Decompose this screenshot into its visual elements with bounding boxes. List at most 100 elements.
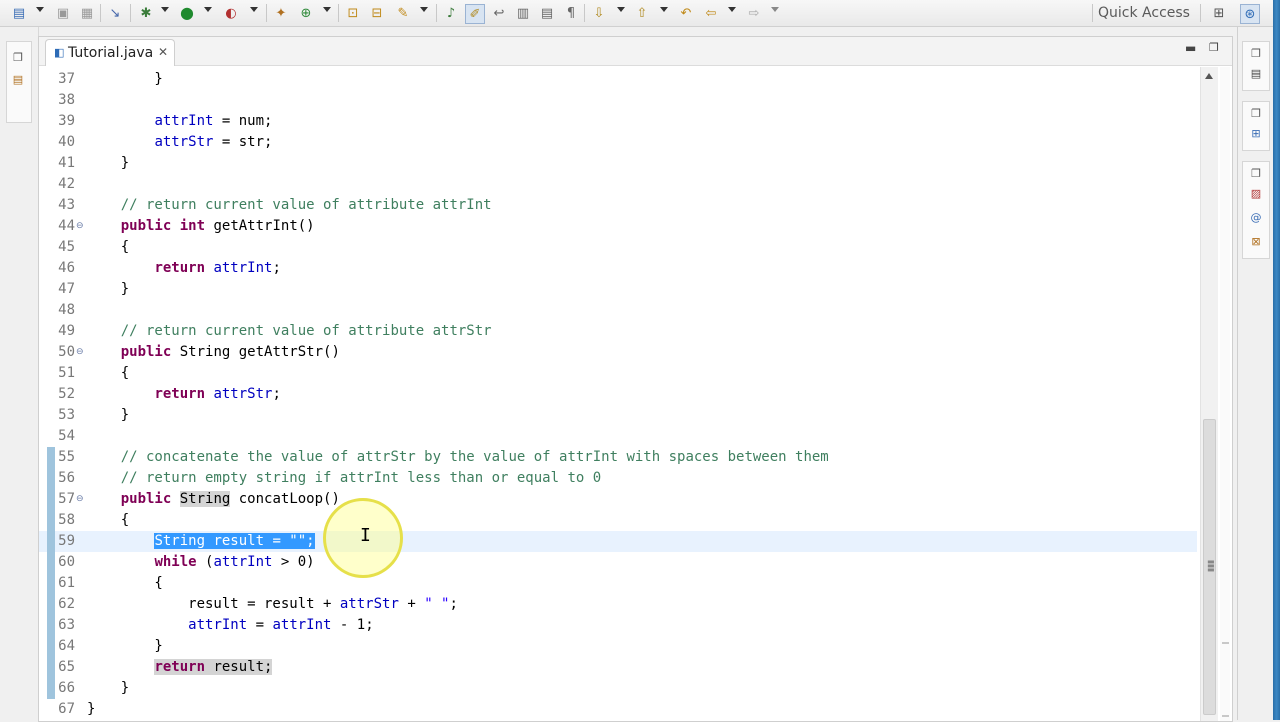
new-class-dropdown-icon[interactable] — [323, 7, 331, 12]
code-line[interactable]: 42 — [39, 174, 1197, 195]
code-line[interactable]: 59 String result = ""; — [39, 531, 1197, 552]
javadoc-icon[interactable]: @ — [1250, 212, 1262, 224]
code-line[interactable]: 49 // return current value of attribute … — [39, 321, 1197, 342]
code-line[interactable]: 56 // return empty string if attrInt les… — [39, 468, 1197, 489]
previous-annotation-icon[interactable]: ⇧ — [633, 4, 651, 22]
code-line[interactable]: 68 — [39, 720, 1197, 721]
code-line[interactable]: 43 // return current value of attribute … — [39, 195, 1197, 216]
external-tools-dropdown-icon[interactable] — [250, 7, 258, 12]
run-icon[interactable]: ● — [178, 4, 196, 22]
collapse-icon[interactable]: ⊖ — [76, 489, 84, 510]
open-perspective-icon[interactable]: ⊞ — [1210, 4, 1228, 22]
back-dropdown-icon[interactable] — [728, 7, 736, 12]
skip-breakpoints-icon[interactable]: ↘ — [106, 4, 124, 22]
code-line[interactable]: 63 attrInt = attrInt - 1; — [39, 615, 1197, 636]
save-all-icon[interactable]: ▦ — [78, 4, 96, 22]
code-line[interactable]: 50 ⊖ public String getAttrStr() — [39, 342, 1197, 363]
line-number: 39 — [58, 113, 75, 129]
code-text: public String concatLoop() — [120, 491, 340, 507]
code-line[interactable]: 61 { — [39, 573, 1197, 594]
next-annotation-dropdown-icon[interactable] — [617, 7, 625, 12]
code-line[interactable]: 57 ⊖ public String concatLoop() — [39, 489, 1197, 510]
collapse-icon[interactable]: ⊖ — [76, 216, 84, 237]
code-line[interactable]: 47 } — [39, 279, 1197, 300]
minimize-icon[interactable]: ▬ — [1185, 41, 1196, 55]
show-whitespace-characters-icon[interactable]: ¶ — [562, 4, 580, 22]
restore-icon[interactable]: ❐ — [1250, 48, 1262, 60]
code-line[interactable]: 52 return attrStr; — [39, 384, 1197, 405]
code-line[interactable]: 48 — [39, 300, 1197, 321]
debug-dropdown-icon[interactable] — [161, 7, 169, 12]
code-line[interactable]: 58 { — [39, 510, 1197, 531]
code-line[interactable]: 65 return result; — [39, 657, 1197, 678]
close-icon[interactable]: ✕ — [158, 45, 168, 59]
code-text: return result; — [154, 659, 273, 675]
code-editor[interactable]: 37 } 38 39 attrInt = num; 40 attrStr = str;… — [39, 67, 1197, 721]
package-explorer-icon[interactable]: ▤ — [12, 74, 24, 86]
code-line[interactable]: 37 } — [39, 69, 1197, 90]
task-list-icon[interactable]: ▤ — [1250, 68, 1262, 80]
restore-icon[interactable]: ❐ — [1250, 108, 1262, 120]
declaration-icon[interactable]: ⊠ — [1250, 236, 1262, 248]
code-line[interactable]: 41 } — [39, 153, 1197, 174]
run-dropdown-icon[interactable] — [204, 7, 212, 12]
code-line[interactable]: 38 — [39, 90, 1197, 111]
scrollbar-thumb[interactable]: ▬ ▬ ▬ — [1203, 419, 1216, 715]
code-line[interactable]: 67} — [39, 699, 1197, 720]
external-tools-icon[interactable]: ◐ — [222, 4, 240, 22]
forward-icon[interactable]: ⇨ — [745, 4, 763, 22]
code-line[interactable]: 53 } — [39, 405, 1197, 426]
scroll-up-arrow-icon[interactable] — [1205, 73, 1213, 79]
overview-ruler[interactable] — [1220, 67, 1230, 721]
code-line[interactable]: 39 attrInt = num; — [39, 111, 1197, 132]
debug-icon[interactable]: ✱ — [137, 4, 155, 22]
overview-marker[interactable] — [1222, 715, 1229, 717]
toggle-word-wrap-icon[interactable]: ↩ — [490, 4, 508, 22]
line-number: 59 — [58, 533, 75, 549]
save-icon[interactable]: ▣ — [54, 4, 72, 22]
forward-dropdown-icon[interactable] — [771, 7, 779, 12]
quick-access-field[interactable]: Quick Access — [1094, 3, 1198, 23]
toggle-mark-occurrences-icon[interactable]: ✐ — [465, 4, 485, 24]
overview-marker[interactable] — [1222, 642, 1229, 644]
code-line[interactable]: 40 attrStr = str; — [39, 132, 1197, 153]
search-icon[interactable]: ✎ — [394, 4, 412, 22]
tab-label: Tutorial.java — [68, 45, 154, 61]
open-type-icon[interactable]: ⊡ — [344, 4, 362, 22]
back-icon[interactable]: ⇦ — [702, 4, 720, 22]
code-line[interactable]: 60 while (attrInt > 0) — [39, 552, 1197, 573]
restore-icon[interactable]: ❐ — [12, 52, 24, 64]
maximize-icon[interactable]: ❐ — [1209, 41, 1219, 54]
new-java-class-icon[interactable]: ⊕ — [297, 4, 315, 22]
new-java-package-icon[interactable]: ✦ — [272, 4, 290, 22]
code-line[interactable]: 66 } — [39, 678, 1197, 699]
code-line[interactable]: 62 result = result + attrStr + " "; — [39, 594, 1197, 615]
previous-annotation-dropdown-icon[interactable] — [660, 7, 668, 12]
line-number: 37 — [58, 71, 75, 87]
show-whitespace-icon[interactable]: ▤ — [538, 4, 556, 22]
last-edit-location-icon[interactable]: ↶ — [677, 4, 695, 22]
code-line[interactable]: 55 // concatenate the value of attrStr b… — [39, 447, 1197, 468]
tab-tutorial-java[interactable]: ◧ Tutorial.java ✕ — [45, 39, 175, 66]
code-text: // return empty string if attrInt less t… — [120, 470, 602, 486]
toggle-breadcrumb-icon[interactable]: ♪ — [442, 4, 460, 22]
new-icon[interactable]: ▤ — [10, 4, 28, 22]
outline-icon[interactable]: ⊞ — [1250, 128, 1262, 140]
vertical-scrollbar[interactable]: ▬ ▬ ▬ — [1200, 67, 1218, 721]
code-line[interactable]: 44 ⊖ public int getAttrInt() — [39, 216, 1197, 237]
code-line[interactable]: 45 { — [39, 237, 1197, 258]
code-line[interactable]: 64 } — [39, 636, 1197, 657]
code-line[interactable]: 51 { — [39, 363, 1197, 384]
next-annotation-icon[interactable]: ⇩ — [590, 4, 608, 22]
restore-icon[interactable]: ❐ — [1250, 168, 1262, 180]
java-perspective-icon[interactable]: ⊛ — [1240, 4, 1260, 24]
line-number: 38 — [58, 92, 75, 108]
search-dropdown-icon[interactable] — [420, 7, 428, 12]
open-task-icon[interactable]: ⊟ — [368, 4, 386, 22]
new-dropdown-icon[interactable] — [36, 7, 44, 12]
code-line[interactable]: 46 return attrInt; — [39, 258, 1197, 279]
toggle-block-selection-icon[interactable]: ▥ — [514, 4, 532, 22]
collapse-icon[interactable]: ⊖ — [76, 342, 84, 363]
problems-icon[interactable]: ▨ — [1250, 188, 1262, 200]
code-line[interactable]: 54 — [39, 426, 1197, 447]
